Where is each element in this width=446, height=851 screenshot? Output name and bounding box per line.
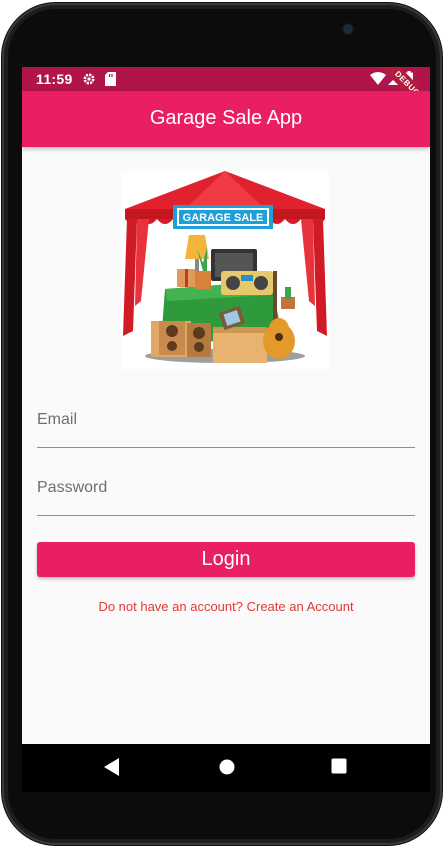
garage-sale-logo: GARAGE SALE (121, 171, 329, 369)
settings-icon (82, 72, 96, 91)
front-camera (343, 24, 353, 34)
navigation-bar (22, 744, 430, 792)
email-field[interactable]: Email (37, 399, 415, 448)
app-bar: Garage Sale App (22, 91, 430, 147)
back-icon[interactable] (104, 758, 120, 781)
password-label: Password (37, 479, 108, 496)
sd-card-icon (105, 72, 116, 91)
email-label: Email (37, 411, 78, 428)
home-icon[interactable] (218, 758, 236, 781)
status-bar: 11:59 DEBUG (22, 67, 430, 121)
logo-banner-text: GARAGE SALE (183, 212, 264, 224)
password-field[interactable]: Password (37, 467, 415, 516)
recents-icon[interactable] (331, 758, 347, 779)
wifi-icon (370, 72, 386, 90)
status-time: 11:59 (36, 71, 73, 87)
page-title: Garage Sale App (149, 107, 303, 129)
app-screen: 11:59 DEBUG Garage Sale App GARAGE SALE … (22, 67, 430, 744)
create-account-link[interactable]: Do not have an account? Create an Accoun… (22, 599, 430, 614)
login-button[interactable]: Login (37, 542, 415, 577)
